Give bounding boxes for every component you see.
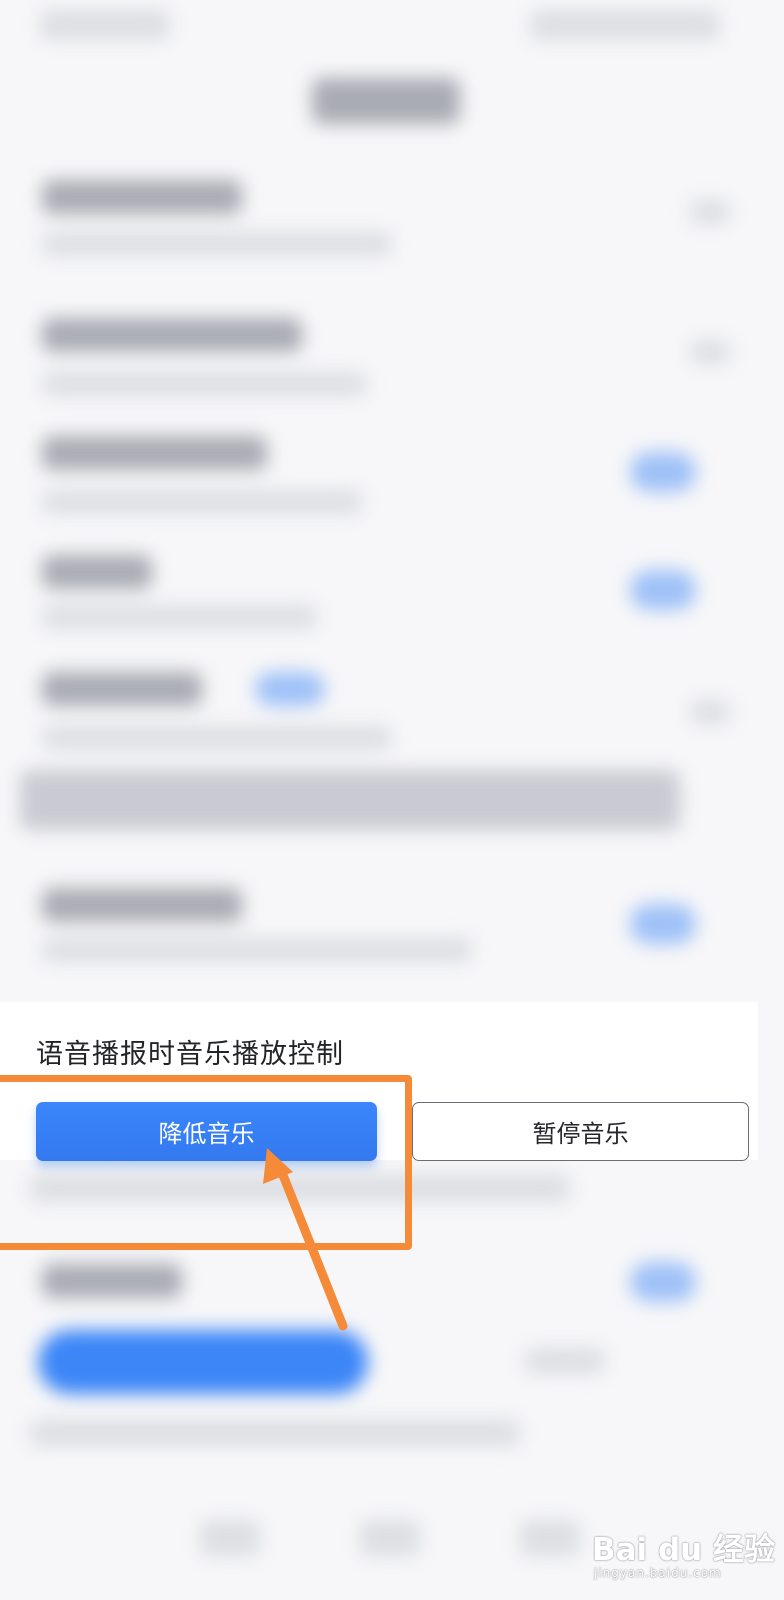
watermark-url: jingyan.baidu.com (594, 1566, 722, 1580)
pointer-arrow-icon (263, 1148, 348, 1331)
watermark-logo: Bai du 经验 (592, 1532, 776, 1568)
baidu-jingyan-watermark: Bai du 经验 jingyan.baidu.com (592, 1524, 776, 1588)
